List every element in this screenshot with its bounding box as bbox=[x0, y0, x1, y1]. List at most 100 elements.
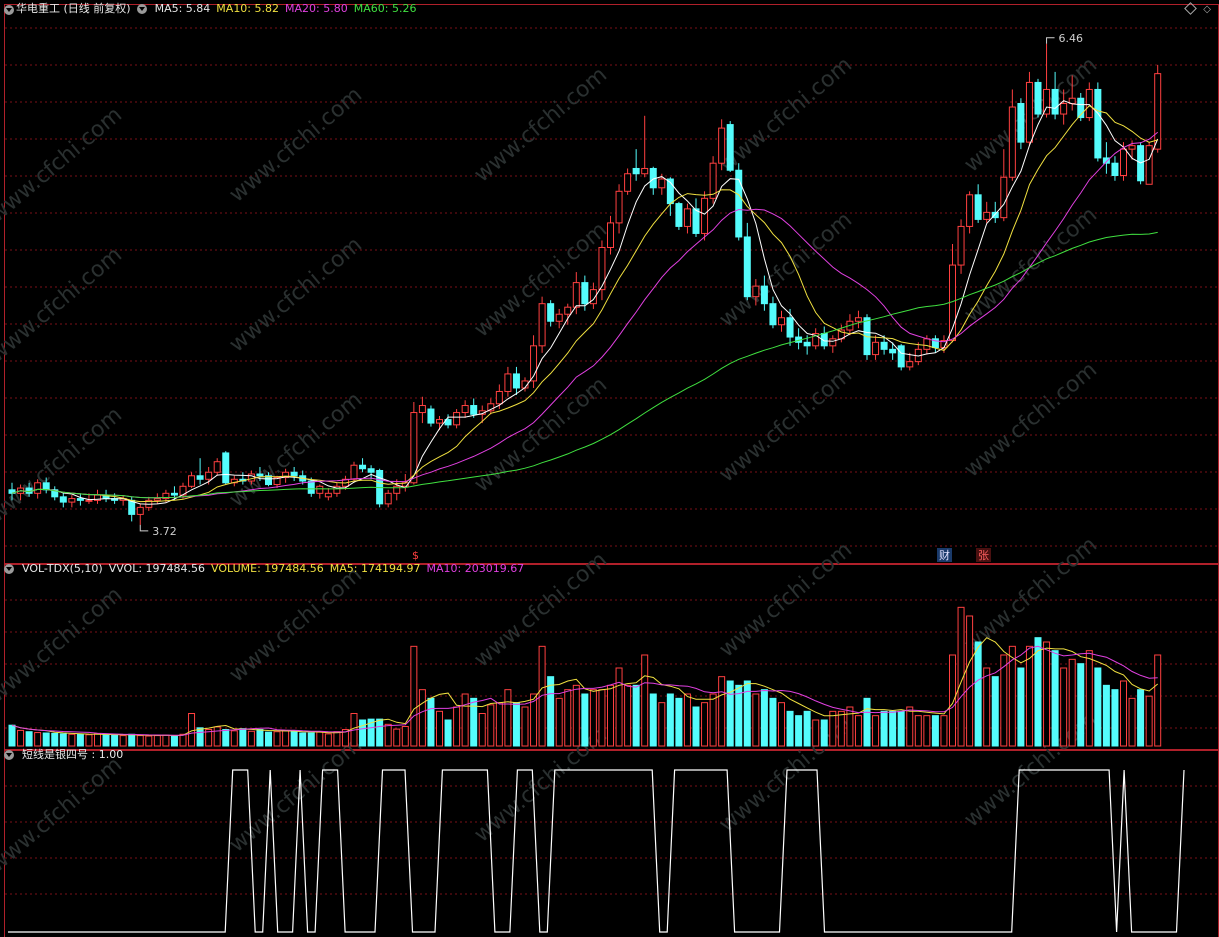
volume-bar bbox=[795, 715, 803, 747]
candle-body bbox=[324, 492, 332, 498]
candle-body bbox=[581, 282, 589, 305]
chevron-down-icon[interactable] bbox=[4, 750, 14, 760]
volume-bar bbox=[931, 715, 939, 747]
volume-bar bbox=[453, 706, 461, 747]
volume-bar bbox=[624, 684, 632, 747]
candle-body bbox=[624, 173, 632, 192]
candle-body bbox=[906, 361, 914, 368]
candle-body bbox=[68, 498, 76, 503]
volume-bar bbox=[1077, 663, 1085, 747]
candle-body bbox=[786, 317, 794, 338]
watermark-text: www.cfchi.com bbox=[225, 232, 367, 357]
volume-bar bbox=[136, 735, 144, 747]
volume-bar bbox=[1154, 654, 1162, 747]
volume-bar bbox=[966, 615, 974, 747]
volume-bar bbox=[436, 710, 443, 747]
volume-bar bbox=[786, 710, 794, 747]
price-legend: 华电重工 (日线 前复权) MA5: 5.84 MA10: 5.82 MA20:… bbox=[4, 1, 416, 17]
high-pointer bbox=[1046, 37, 1055, 44]
volume-bar bbox=[222, 729, 230, 747]
volume-bar bbox=[418, 689, 426, 747]
candle-body bbox=[42, 482, 50, 491]
chart-svg: www.cfchi.com www.cfchi.com www.cfchi.com w… bbox=[0, 27, 1217, 933]
marker-zhang[interactable]: 张 bbox=[978, 549, 989, 562]
candle-body bbox=[461, 405, 469, 414]
volume-bar bbox=[760, 689, 768, 747]
volume-bar bbox=[188, 713, 196, 747]
candle-body bbox=[1051, 88, 1059, 115]
volume-bar bbox=[572, 684, 580, 747]
chevron-down-icon[interactable] bbox=[4, 5, 14, 15]
candle-body bbox=[188, 475, 196, 487]
candle-body bbox=[615, 190, 623, 224]
volume-bar bbox=[333, 731, 341, 747]
watermark-text: www.cfchi.com bbox=[715, 52, 857, 177]
volume-bar bbox=[213, 726, 221, 747]
candle-body bbox=[966, 194, 974, 227]
volume-bar bbox=[854, 715, 862, 747]
volume-bar bbox=[42, 732, 50, 747]
chevron-down-icon[interactable] bbox=[4, 564, 14, 574]
volume-bar bbox=[1025, 645, 1033, 747]
candle-body bbox=[85, 499, 93, 502]
candle-body bbox=[803, 341, 811, 347]
candle-body bbox=[453, 412, 461, 426]
candle-body bbox=[607, 222, 614, 248]
candle-body bbox=[769, 303, 777, 326]
volume-bar bbox=[829, 710, 837, 747]
volume-bar bbox=[299, 732, 307, 747]
volume-bar bbox=[1085, 650, 1093, 747]
volume-bar bbox=[692, 706, 700, 747]
volume-bar bbox=[495, 702, 503, 747]
volume-bar bbox=[880, 710, 888, 747]
volume-bar bbox=[478, 713, 486, 747]
volume-bar bbox=[615, 667, 623, 747]
volume-bar bbox=[68, 733, 76, 747]
volume-bar bbox=[735, 684, 743, 747]
candle-body bbox=[683, 208, 691, 227]
volume-bar bbox=[649, 693, 657, 747]
candle-body bbox=[658, 178, 666, 189]
volume-bar bbox=[128, 733, 136, 747]
candle-body bbox=[829, 338, 837, 347]
volume-bar bbox=[607, 684, 614, 747]
volume-bar bbox=[410, 645, 418, 747]
candle-body bbox=[760, 285, 768, 305]
chevron-down-icon[interactable] bbox=[136, 4, 147, 14]
ma20-value: MA20: 5.80 bbox=[285, 2, 348, 15]
volume-bar bbox=[1137, 689, 1145, 747]
volume-bar bbox=[470, 697, 478, 747]
volume-bar bbox=[974, 641, 982, 747]
volume-bar bbox=[324, 733, 332, 747]
volume-bar bbox=[1128, 697, 1136, 747]
candle-body bbox=[1085, 88, 1093, 119]
volume-bar bbox=[307, 732, 315, 747]
volume-bar bbox=[1051, 650, 1059, 747]
volume-bar bbox=[666, 693, 674, 747]
volume-bar bbox=[914, 715, 922, 747]
volume-bar bbox=[487, 704, 495, 747]
volume-bar bbox=[1068, 658, 1076, 747]
volume-bar bbox=[376, 718, 384, 747]
volume-bar bbox=[85, 734, 93, 747]
candle-body bbox=[1102, 157, 1110, 164]
watermark-text: www.cfchi.com bbox=[0, 582, 127, 707]
marker-cai[interactable]: 财 bbox=[939, 548, 950, 562]
high-price-label: 6.46 bbox=[1059, 32, 1084, 45]
volume-bar bbox=[239, 728, 247, 747]
volume-bar bbox=[752, 693, 760, 747]
candle-body bbox=[1120, 148, 1127, 176]
candle-body bbox=[427, 408, 435, 424]
volume-bar bbox=[273, 731, 281, 747]
volume-bar bbox=[1111, 689, 1119, 747]
volume-bar bbox=[564, 689, 572, 747]
volume-bar bbox=[162, 734, 170, 747]
volume-bar bbox=[923, 715, 931, 747]
volume-bar bbox=[701, 702, 709, 747]
volume-bar bbox=[444, 719, 452, 747]
candle-body bbox=[675, 203, 683, 227]
volume-bar bbox=[1043, 641, 1051, 747]
volume-bar bbox=[256, 729, 264, 747]
expand-icon[interactable]: ◇ bbox=[1203, 4, 1211, 15]
volume-bar bbox=[111, 734, 119, 747]
